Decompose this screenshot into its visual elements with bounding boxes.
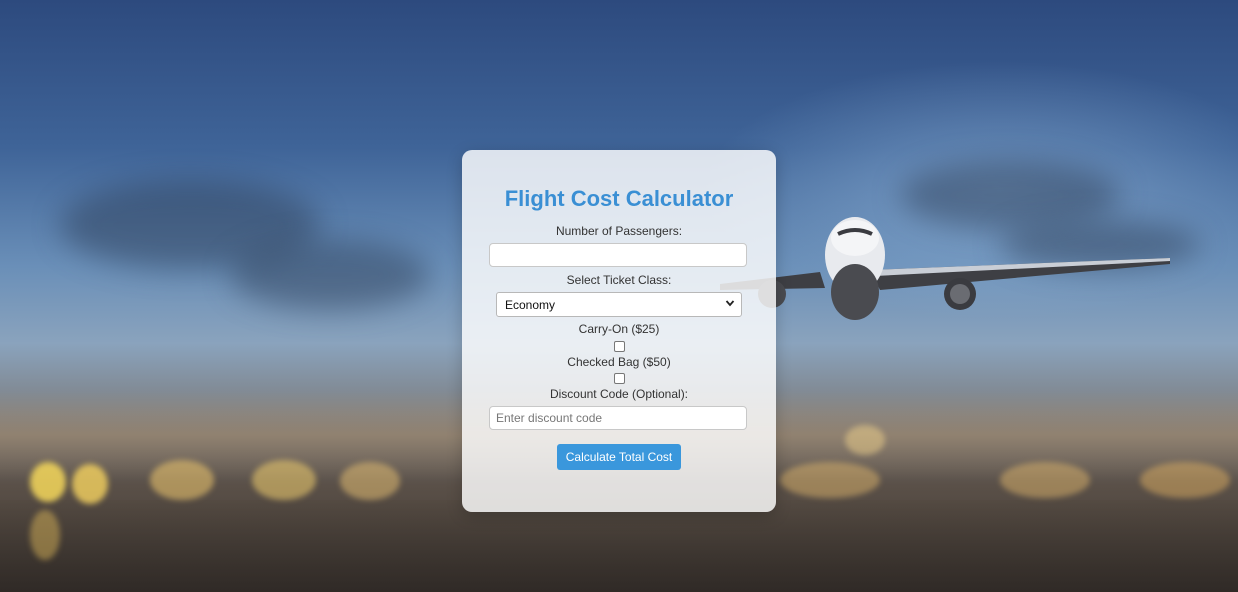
page-title: Flight Cost Calculator [504, 186, 734, 211]
ticket-class-value: Economy [505, 298, 556, 312]
passengers-input[interactable] [489, 243, 747, 267]
ticket-class-select[interactable]: Economy [496, 292, 742, 317]
chevron-down-icon [725, 300, 735, 307]
checked-bag-label: Checked Bag ($50) [567, 355, 671, 369]
calculator-panel: Flight Cost Calculator Number of Passeng… [462, 150, 776, 512]
discount-code-input[interactable] [489, 406, 747, 430]
ticket-class-label: Select Ticket Class: [566, 273, 672, 287]
carry-on-label: Carry-On ($25) [578, 322, 660, 336]
discount-label: Discount Code (Optional): [549, 387, 689, 401]
calculate-button[interactable]: Calculate Total Cost [557, 444, 681, 470]
carry-on-checkbox[interactable] [614, 341, 625, 352]
passengers-label: Number of Passengers: [555, 224, 683, 238]
checked-bag-checkbox[interactable] [614, 373, 625, 384]
